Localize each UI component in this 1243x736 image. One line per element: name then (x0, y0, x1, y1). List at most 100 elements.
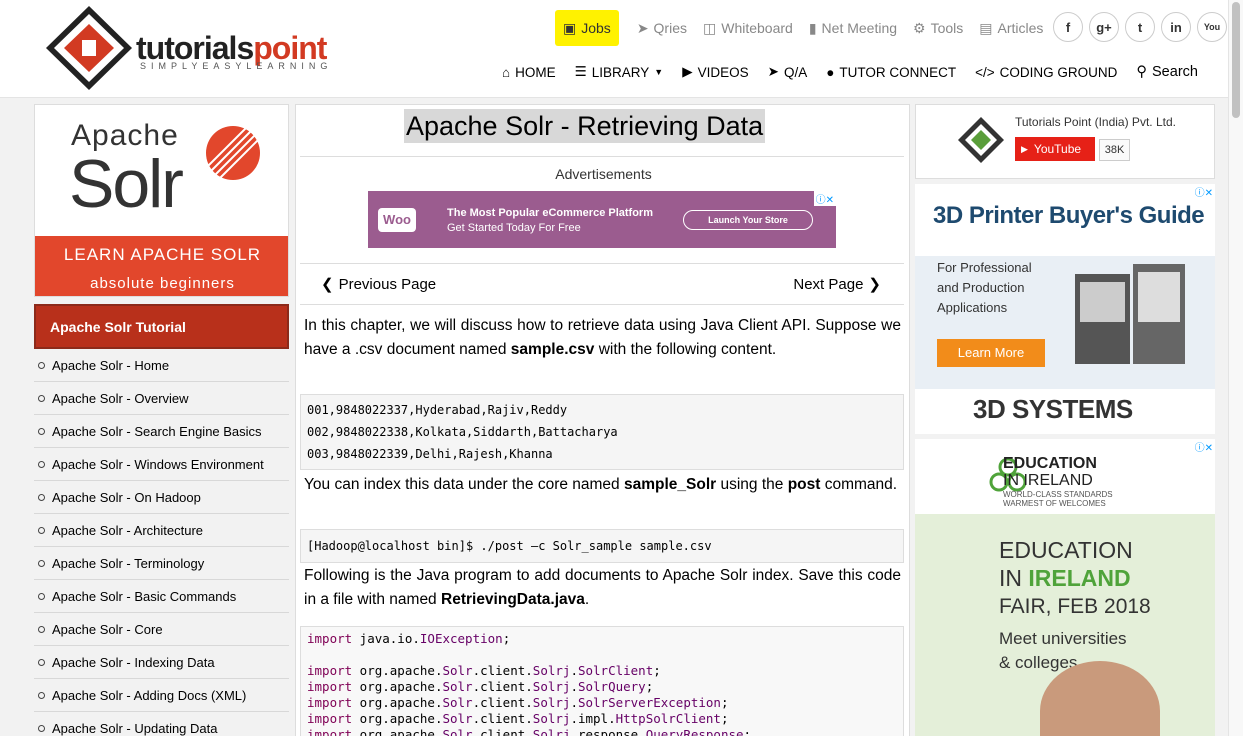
divider (300, 263, 904, 264)
arrow-left-circle-icon: ❮ (321, 276, 334, 293)
ad-close-icon[interactable]: ⓘ✕ (1192, 184, 1215, 199)
sidebar-item[interactable]: Apache Solr - Core (34, 613, 289, 646)
previous-page-link[interactable]: ❮ Previous Page (321, 275, 436, 294)
bullet-icon (38, 592, 45, 600)
gear-icon: ⚙ (913, 19, 926, 36)
nav-coding-ground[interactable]: </> CODING GROUND (975, 65, 1117, 80)
subscriber-count: 38K (1099, 139, 1130, 161)
code-line: import org.apache.Solr.client.Solrj.impl… (307, 711, 729, 726)
csv-code-block: 001,9848022337,Hyderabad,Rajiv,Reddy 002… (300, 394, 904, 470)
sidebar-heading: Apache Solr Tutorial (34, 304, 289, 349)
right-sidebar: Tutorials Point (India) Pvt. Ltd. ▶ YouTu… (915, 104, 1215, 736)
3d-systems-logo: 3D SYSTEMS (973, 394, 1133, 424)
code-line: 001,9848022337,Hyderabad,Rajiv,Reddy (307, 403, 568, 417)
code-line: import org.apache.Solr.client.Solrj.Solr… (307, 679, 654, 694)
tools-link[interactable]: ⚙ Tools (913, 20, 963, 37)
ad-subtext: For Professional and Production Applicatio… (937, 260, 1032, 315)
send-icon: ➤ (636, 19, 649, 36)
nav-qa[interactable]: ➤ Q/A (768, 64, 808, 80)
edu-body-1: EDUCATION (999, 537, 1133, 563)
sidebar-item[interactable]: Apache Solr - Overview (34, 382, 289, 415)
bullet-icon (38, 724, 45, 732)
page-scrollbar[interactable] (1228, 0, 1243, 736)
sidebar-item[interactable]: Apache Solr - Updating Data (34, 712, 289, 736)
main-nav: ⌂ HOME ☰ LIBRARY ▼ ▶ VIDEOS ➤ Q/A ● TUTOR CONN… (502, 62, 1198, 82)
next-page-link[interactable]: Next Page ❯ (793, 275, 881, 294)
bullet-icon (38, 493, 45, 501)
scrollbar-thumb[interactable] (1232, 2, 1240, 118)
woocommerce-ad[interactable]: Woo The Most Popular eCommerce Platform … (368, 191, 836, 248)
nav-home[interactable]: ⌂ HOME (502, 65, 556, 80)
sidebar-item[interactable]: Apache Solr - Windows Environment (34, 448, 289, 481)
sidebar-item[interactable]: Apache Solr - Indexing Data (34, 646, 289, 679)
home-icon: ⌂ (502, 64, 511, 80)
qries-link[interactable]: ➤ Qries (637, 20, 687, 37)
nav-library[interactable]: ☰ LIBRARY ▼ (575, 64, 664, 80)
banner-absolute-text: absolute beginners (90, 275, 235, 292)
nav-tutor-connect[interactable]: ● TUTOR CONNECT (826, 65, 956, 80)
printer-image (1075, 264, 1185, 364)
youtube-icon[interactable]: You (1197, 12, 1227, 42)
ad-close-icon[interactable]: ⓘ✕ (813, 191, 836, 206)
channel-logo-icon (958, 117, 1004, 163)
logo-tagline: SIMPLYEASYLEARNING (140, 61, 333, 71)
pager: ❮ Previous Page Next Page ❯ (321, 275, 881, 294)
ad-line-1: The Most Popular eCommerce Platform (447, 207, 653, 219)
course-banner[interactable]: Apache Solr LEARN APACHE SOLR absolute b… (34, 104, 289, 297)
nav-videos[interactable]: ▶ VIDEOS (682, 64, 748, 80)
code-icon: </> (975, 64, 995, 80)
sidebar-item[interactable]: Apache Solr - Search Engine Basics (34, 415, 289, 448)
briefcase-icon: ▣ (563, 19, 577, 36)
user-icon: ● (826, 64, 835, 80)
play-icon: ▶ (1021, 143, 1028, 154)
ad-launch-button[interactable]: Launch Your Store (683, 210, 813, 230)
code-line: import java.io.IOException; (307, 631, 511, 646)
youtube-subscribe-button[interactable]: ▶ YouTube (1015, 137, 1095, 161)
edu-title-2: IN IRELAND (1003, 472, 1093, 489)
twitter-icon[interactable]: t (1125, 12, 1155, 42)
sidebar-item[interactable]: Apache Solr - Architecture (34, 514, 289, 547)
divider (300, 156, 904, 157)
learn-more-button[interactable]: Learn More (937, 339, 1045, 367)
edu-body-2: IN IRELAND (999, 565, 1131, 591)
sidebar-item[interactable]: Apache Solr - On Hadoop (34, 481, 289, 514)
nav-search[interactable]: ⚲ Search (1136, 64, 1198, 80)
bullet-icon (38, 691, 45, 699)
sidebar-list: Apache Solr - Home Apache Solr - Overvie… (34, 349, 289, 736)
code-line: import org.apache.Solr.client.Solrj.Solr… (307, 663, 661, 678)
articles-link[interactable]: ▤ Articles (979, 20, 1043, 37)
whiteboard-icon: ◫ (703, 19, 717, 36)
education-ireland-ad[interactable]: EDUCATION IN IRELAND WORLD-CLASS STANDAR… (915, 439, 1215, 736)
edu-body-3: FAIR, FEB 2018 (999, 595, 1151, 618)
code-line: import org.apache.Solr.client.Solrj.resp… (307, 727, 752, 736)
net-meeting-link[interactable]: ▮ Net Meeting (809, 20, 897, 37)
logo-mark-icon (46, 6, 132, 90)
bullet-icon (38, 460, 45, 468)
linkedin-icon[interactable]: in (1161, 12, 1191, 42)
banner-solr-text: Solr (69, 146, 184, 222)
sidebar-item[interactable]: Apache Solr - Home (34, 349, 289, 382)
edu-tagline: WORLD-CLASS STANDARDS WARMEST OF WELCOMES (1003, 490, 1113, 508)
google-plus-icon[interactable]: g+ (1089, 12, 1119, 42)
ad-headline: 3D Printer Buyer's Guide (933, 202, 1205, 229)
whiteboard-link[interactable]: ◫ Whiteboard (703, 20, 793, 37)
top-links: ▣ Jobs ➤ Qries ◫ Whiteboard ▮ Net Meeting ⚙ T… (555, 10, 1059, 46)
solr-sun-icon (206, 124, 262, 180)
code-line: [Hadoop@localhost bin]$ ./post –c Solr_s… (307, 539, 712, 553)
main-content: Apache Solr - Retrieving Data Advertisem… (295, 104, 910, 736)
bullet-icon (38, 361, 45, 369)
sidebar-item[interactable]: Apache Solr - Basic Commands (34, 580, 289, 613)
sidebar-item[interactable]: Apache Solr - Terminology (34, 547, 289, 580)
video-camera-icon: ▮ (808, 19, 817, 36)
bullet-icon (38, 658, 45, 666)
divider (300, 304, 904, 305)
ad-close-icon[interactable]: ⓘ✕ (1192, 439, 1215, 454)
command-code-block: [Hadoop@localhost bin]$ ./post –c Solr_s… (300, 529, 904, 563)
site-logo[interactable]: tutorialspoint SIMPLYEASYLEARNING (44, 4, 364, 92)
youtube-subscribe-widget: Tutorials Point (India) Pvt. Ltd. ▶ YouTu… (915, 104, 1215, 179)
search-icon: ⚲ (1136, 64, 1148, 80)
sidebar-item[interactable]: Apache Solr - Adding Docs (XML) (34, 679, 289, 712)
3d-systems-ad[interactable]: 3D Printer Buyer's Guide For Professiona… (915, 184, 1215, 434)
facebook-icon[interactable]: f (1053, 12, 1083, 42)
jobs-link[interactable]: ▣ Jobs (555, 10, 619, 46)
